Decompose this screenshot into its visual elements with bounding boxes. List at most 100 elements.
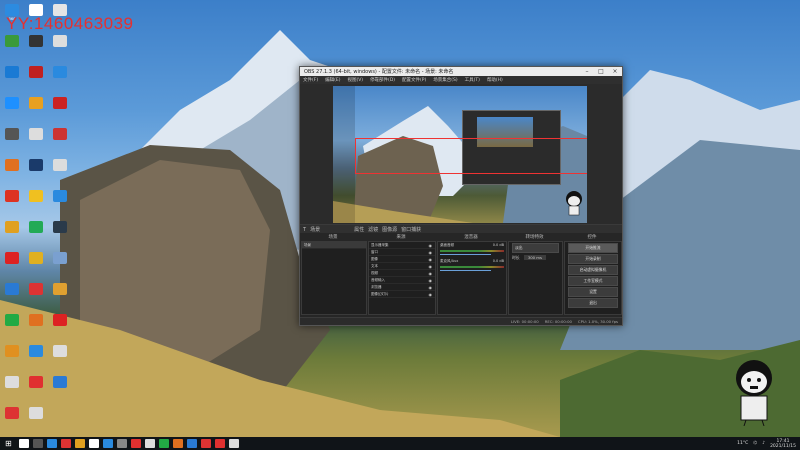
desktop-icon[interactable] (3, 35, 21, 51)
duration-input[interactable]: 300 ms (523, 255, 546, 260)
mixer-channel-mic[interactable]: 麦克风/Aux 0.0 dB (438, 258, 506, 274)
eye-icon[interactable]: ◉ (429, 243, 433, 248)
eye-icon[interactable]: ◉ (429, 271, 433, 276)
desktop-icon[interactable] (27, 345, 45, 361)
menu-file[interactable]: 文件(F) (303, 77, 318, 83)
desktop-icon[interactable] (51, 128, 69, 144)
taskbar-app-icon[interactable] (74, 439, 85, 448)
taskbar-app-icon[interactable] (172, 439, 183, 448)
tray-clock[interactable]: 17:41 2021/11/15 (770, 439, 796, 449)
taskbar-app-icon[interactable] (144, 439, 155, 448)
window-capture-button[interactable]: 窗口捕获 (401, 226, 421, 233)
eye-icon[interactable]: ◉ (429, 285, 433, 290)
desktop-icon[interactable] (51, 283, 69, 299)
menu-edit[interactable]: 编辑(E) (325, 77, 340, 83)
taskbar-app-icon[interactable] (18, 439, 29, 448)
start-streaming-button[interactable]: 开始推流 (568, 243, 618, 253)
desktop-icon[interactable] (51, 159, 69, 175)
source-item[interactable]: 显示器采集 ◉ (369, 242, 435, 249)
taskbar-app-icon[interactable] (158, 439, 169, 448)
desktop-icon[interactable] (51, 345, 69, 361)
desktop-icon[interactable] (3, 283, 21, 299)
transition-type-select[interactable]: 淡出 (512, 243, 559, 253)
mixer-channel-desktop[interactable]: 桌面音频 0.0 dB (438, 242, 506, 258)
desktop-icon[interactable] (27, 66, 45, 82)
desktop-icon[interactable] (51, 314, 69, 330)
scene-item[interactable]: 场景 (302, 242, 366, 249)
controls-dock[interactable]: 开始推流 开始录制 启动虚拟摄像机 工作室模式 设置 退出 (564, 241, 622, 315)
taskbar-app-icon[interactable] (32, 439, 43, 448)
taskbar-app-icon[interactable] (186, 439, 197, 448)
eye-icon[interactable]: ◉ (429, 292, 433, 297)
desktop-icon[interactable] (51, 376, 69, 392)
desktop-icon[interactable] (3, 190, 21, 206)
desktop-icon[interactable] (27, 190, 45, 206)
volume-slider[interactable] (440, 270, 492, 271)
taskbar-app-icon[interactable] (46, 439, 57, 448)
settings-button[interactable]: 设置 (568, 287, 618, 297)
taskbar-app-icon[interactable] (102, 439, 113, 448)
desktop-icon[interactable] (27, 159, 45, 175)
taskbar-app-icon[interactable] (116, 439, 127, 448)
eye-icon[interactable]: ◉ (429, 257, 433, 262)
source-item[interactable]: 文本 ◉ (369, 263, 435, 270)
taskbar-app-icon[interactable] (88, 439, 99, 448)
obs-titlebar[interactable]: OBS 27.1.3 (64-bit, windows) - 配置文件: 未命名… (300, 67, 622, 76)
menu-scene-collection[interactable]: 场景集合(S) (433, 77, 457, 83)
filters-button[interactable]: 滤镜 (368, 226, 378, 233)
desktop-icon[interactable] (27, 252, 45, 268)
desktop-icon[interactable] (3, 66, 21, 82)
desktop-icon[interactable] (51, 252, 69, 268)
source-item[interactable]: 浏览器 ◉ (369, 284, 435, 291)
eye-icon[interactable]: ◉ (429, 264, 433, 269)
eye-icon[interactable]: ◉ (429, 250, 433, 255)
menu-profile[interactable]: 配置文件(P) (402, 77, 426, 83)
start-virtual-camera-button[interactable]: 启动虚拟摄像机 (568, 265, 618, 275)
menu-tools[interactable]: 工具(T) (465, 77, 480, 83)
desktop-icon[interactable] (51, 190, 69, 206)
desktop-icon[interactable] (3, 376, 21, 392)
desktop-icon[interactable] (51, 221, 69, 237)
desktop-icon[interactable] (27, 314, 45, 330)
menu-help[interactable]: 帮助(H) (487, 77, 503, 83)
desktop-icon[interactable] (27, 128, 45, 144)
menu-view[interactable]: 视图(V) (347, 77, 363, 83)
network-icon[interactable]: ⌬ (753, 441, 757, 446)
menu-docks[interactable]: 停靠部件(D) (370, 77, 395, 83)
desktop-icon[interactable] (27, 35, 45, 51)
taskbar-app-icon[interactable] (130, 439, 141, 448)
studio-mode-button[interactable]: 工作室模式 (568, 276, 618, 286)
windows-start-icon[interactable]: ⊞ (5, 439, 12, 448)
source-item[interactable]: 视频 ◉ (369, 270, 435, 277)
desktop-icon[interactable] (51, 97, 69, 113)
desktop-icon[interactable] (27, 221, 45, 237)
taskbar-app-icon[interactable] (200, 439, 211, 448)
eye-icon[interactable]: ◉ (429, 278, 433, 283)
audio-mixer-dock[interactable]: 桌面音频 0.0 dB 麦克风/Aux 0.0 dB (437, 241, 507, 315)
start-recording-button[interactable]: 开始录制 (568, 254, 618, 264)
desktop-icon[interactable] (27, 407, 45, 423)
minimize-icon[interactable]: – (580, 68, 594, 75)
maximize-icon[interactable]: □ (594, 68, 608, 75)
source-item[interactable]: 窗口 ◉ (369, 249, 435, 256)
desktop-icon[interactable] (3, 314, 21, 330)
obs-preview-canvas[interactable] (333, 86, 587, 223)
transitions-dock[interactable]: 淡出 时长 300 ms (508, 241, 563, 315)
volume-icon[interactable]: ♪ (762, 441, 765, 446)
desktop-icon[interactable] (3, 128, 21, 144)
desktop-icon[interactable] (51, 66, 69, 82)
obs-window[interactable]: OBS 27.1.3 (64-bit, windows) - 配置文件: 未命名… (299, 66, 623, 326)
sources-dock[interactable]: 显示器采集 ◉ 窗口 ◉ 图像 ◉ 文本 ◉ 视频 ◉ 音频输入 ◉ 浏览器 ◉ 图像幻灯片 ◉ (368, 241, 436, 315)
source-item[interactable]: 音频输入 ◉ (369, 277, 435, 284)
scenes-dock[interactable]: 场景 (301, 241, 367, 315)
desktop-icon[interactable] (3, 97, 21, 113)
volume-slider[interactable] (440, 254, 492, 255)
image-source-button[interactable]: 图像源 (382, 226, 397, 233)
weather-temp[interactable]: 11°C (737, 441, 748, 446)
source-item[interactable]: 图像幻灯片 ◉ (369, 291, 435, 298)
exit-button[interactable]: 退出 (568, 298, 618, 308)
desktop-icon[interactable] (51, 35, 69, 51)
taskbar-app-icon[interactable] (228, 439, 239, 448)
desktop-icon[interactable] (27, 376, 45, 392)
desktop-icon[interactable] (3, 221, 21, 237)
